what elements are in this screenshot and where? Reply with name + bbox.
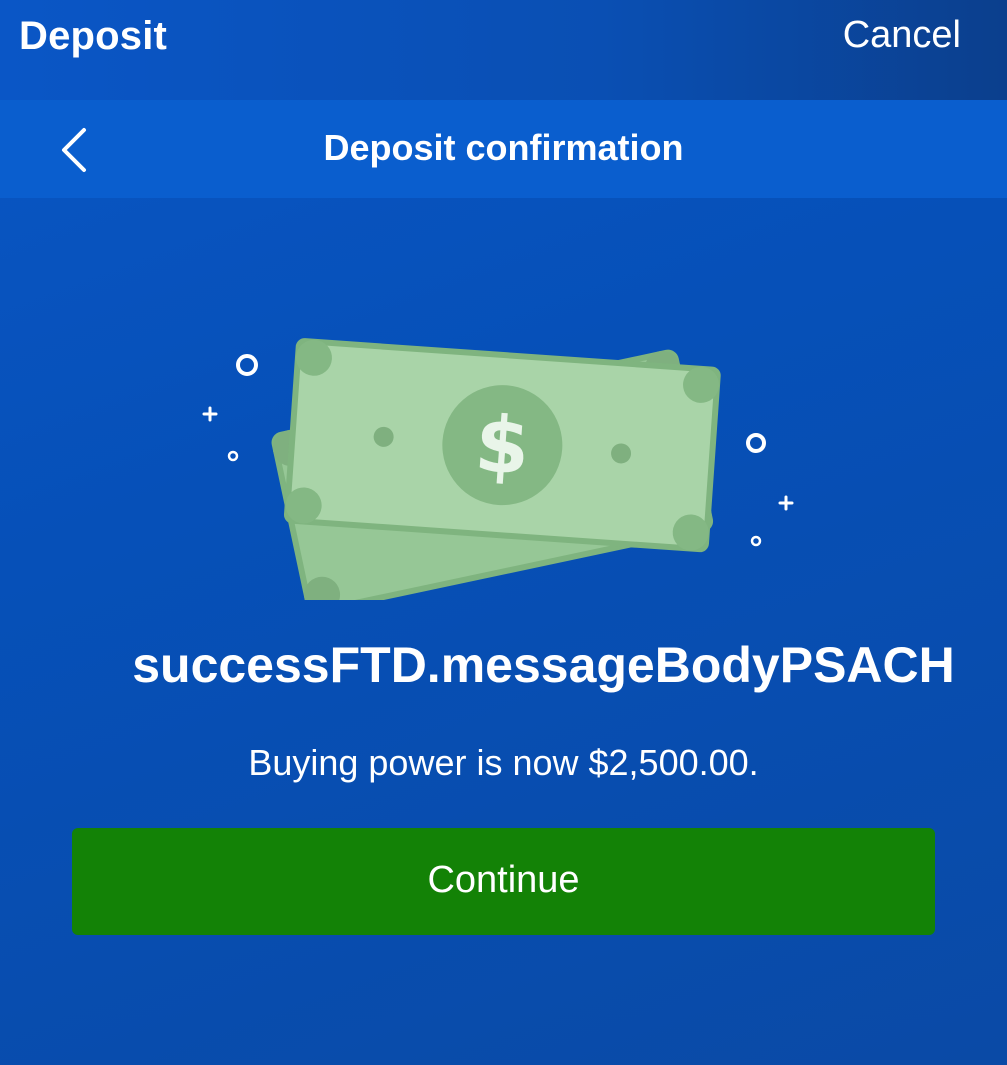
money-bills-icon: $ [202, 338, 794, 615]
sub-header-title: Deposit confirmation [323, 127, 684, 168]
page-title: Deposit [19, 14, 168, 58]
sparkle-circle-icon [236, 354, 258, 376]
back-button[interactable] [56, 126, 96, 174]
continue-button[interactable]: Continue [72, 828, 935, 935]
chevron-left-icon [62, 128, 86, 172]
sparkle-circle-icon [227, 450, 239, 462]
sparkle-plus-icon [202, 406, 218, 422]
dollar-symbol: $ [472, 399, 532, 493]
app-header: Deposit Cancel [0, 0, 1007, 100]
sparkle-circle-icon [746, 433, 766, 453]
sparkle-plus-icon [778, 495, 794, 511]
cancel-button[interactable]: Cancel [843, 14, 961, 57]
sparkle-circle-icon [750, 535, 762, 547]
sub-header: Deposit confirmation [0, 100, 1007, 198]
money-illustration: $ [180, 310, 820, 615]
confirmation-message: successFTD.messageBodyPSACH [132, 637, 955, 693]
buying-power-text: Buying power is now $2,500.00. [248, 742, 759, 783]
